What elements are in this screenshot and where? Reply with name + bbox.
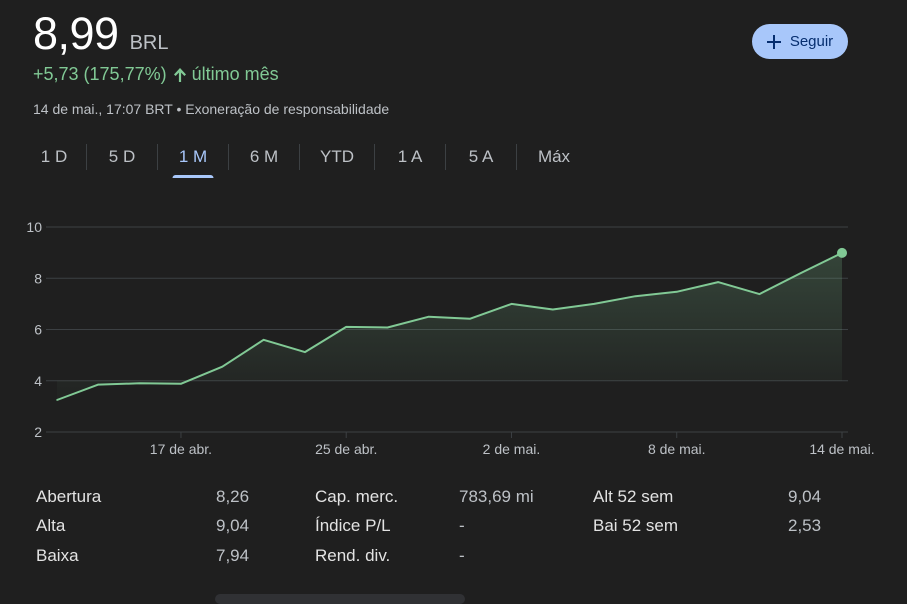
data-point [262, 338, 265, 341]
price-area [57, 252, 842, 400]
timestamp: 14 de mai., 17:07 BRT [33, 101, 173, 117]
range-tabs: 1 D 5 D 1 M 6 M YTD 1 A 5 A Máx [22, 140, 591, 174]
price-change: +5,73 (175,77%) último mês [33, 64, 279, 85]
x-tick-label: 17 de abr. [150, 441, 212, 457]
arrow-up-icon [173, 67, 186, 82]
stat-value: 8,26 [216, 487, 250, 506]
stat-cap-merc: Cap. merc. 783,69 mi [315, 487, 534, 507]
stat-abertura: Abertura 8,26 [36, 487, 249, 507]
x-tick-label: 25 de abr. [315, 441, 377, 457]
stat-label: Abertura [36, 487, 102, 506]
plus-icon [766, 34, 781, 49]
y-tick-label: 2 [34, 424, 42, 440]
tab-1m[interactable]: 1 M [158, 140, 228, 174]
stat-label: Bai 52 sem [593, 516, 679, 535]
quote-meta: 14 de mai., 17:07 BRT • Exoneração de re… [33, 101, 389, 117]
stat-value: - [459, 546, 465, 565]
tab-6m[interactable]: 6 M [229, 140, 299, 174]
stat-alt-52: Alt 52 sem 9,04 [593, 487, 821, 507]
data-point [386, 326, 389, 329]
data-point [510, 303, 513, 305]
data-point [675, 291, 678, 293]
y-tick-label: 6 [34, 322, 42, 338]
tab-5d[interactable]: 5 D [87, 140, 157, 174]
stat-bai-52: Bai 52 sem 2,53 [593, 516, 821, 536]
data-point [304, 351, 306, 353]
data-point [799, 272, 802, 274]
stat-label: Alt 52 sem [593, 487, 674, 506]
stat-baixa: Baixa 7,94 [36, 546, 249, 566]
stat-value: - [459, 516, 465, 535]
data-point [345, 326, 348, 328]
stat-value: 2,53 [788, 516, 822, 535]
data-point [551, 308, 554, 311]
tab-1a[interactable]: 1 A [375, 140, 445, 174]
price-value: 8,99 [33, 8, 119, 59]
price-header: 8,99 BRL [33, 8, 169, 60]
stat-label: Alta [36, 516, 66, 535]
data-point [56, 399, 58, 401]
follow-button[interactable]: Seguir [752, 24, 848, 59]
stat-indice-pl: Índice P/L - [315, 516, 465, 536]
data-point [180, 383, 182, 385]
data-point [717, 281, 719, 283]
data-point [138, 382, 141, 385]
meta-separator: • [176, 101, 182, 117]
tab-5a[interactable]: 5 A [446, 140, 516, 174]
data-point [221, 365, 224, 368]
data-point [469, 317, 471, 320]
data-point [97, 383, 100, 386]
currency-label: BRL [129, 32, 169, 54]
change-value: +5,73 (175,77%) [33, 64, 167, 84]
stat-rend-div: Rend. div. - [315, 546, 465, 566]
change-period: último mês [191, 64, 279, 84]
stat-value: 7,94 [216, 546, 250, 565]
data-point [634, 295, 637, 297]
stat-value: 9,04 [216, 516, 250, 535]
x-tick-label: 2 de mai. [483, 441, 541, 457]
tab-1d[interactable]: 1 D [22, 140, 86, 174]
bottom-scroll-hint [215, 594, 465, 604]
data-point [593, 303, 595, 305]
disclaimer-link[interactable]: Exoneração de responsabilidade [185, 101, 389, 117]
y-tick-label: 8 [34, 270, 42, 286]
stat-alta: Alta 9,04 [36, 516, 249, 536]
tab-ytd[interactable]: YTD [300, 140, 374, 174]
stat-label: Baixa [36, 546, 79, 565]
stat-label: Índice P/L [315, 516, 391, 535]
stat-label: Cap. merc. [315, 487, 399, 506]
stat-value: 9,04 [788, 487, 822, 506]
data-point [428, 315, 430, 318]
stat-value: 783,69 mi [459, 487, 534, 506]
stat-label: Rend. div. [315, 546, 391, 565]
x-tick-label: 8 de mai. [648, 441, 706, 457]
x-tick-label: 14 de mai. [809, 441, 874, 457]
y-tick-label: 10 [26, 219, 42, 235]
tab-max[interactable]: Máx [517, 140, 591, 174]
price-chart[interactable]: 2 4 6 8 10 17 de abr. 25 de abr. 2 de mai. 8 de … [0, 200, 907, 470]
follow-label: Seguir [789, 33, 834, 50]
last-price-marker [837, 247, 847, 258]
data-point [758, 293, 761, 295]
y-tick-label: 4 [34, 373, 42, 389]
